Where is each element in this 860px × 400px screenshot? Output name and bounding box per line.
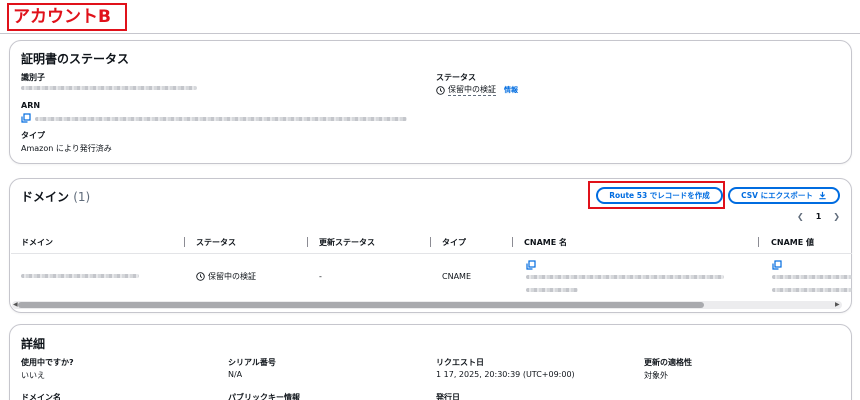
- column-separator: [184, 237, 185, 247]
- copy-icon[interactable]: [772, 260, 782, 270]
- cname-value-redacted: [772, 288, 852, 292]
- column-header-cname-value[interactable]: CNAME 値: [771, 237, 814, 248]
- serial-number-label: シリアル番号: [228, 358, 276, 367]
- scroll-left-icon[interactable]: ◀: [13, 301, 18, 309]
- column-header-status[interactable]: ステータス: [196, 237, 236, 248]
- column-header-renewal-status[interactable]: 更新ステータス: [319, 237, 375, 248]
- cname-value-redacted: [772, 275, 852, 279]
- cname-name-redacted: [526, 288, 578, 292]
- pagination: ❮ 1 ❯: [797, 212, 840, 221]
- column-separator: [307, 237, 308, 247]
- copy-icon[interactable]: [526, 260, 536, 270]
- status-value: 保留中の検証 情報: [436, 84, 518, 96]
- scroll-right-icon[interactable]: ▶: [835, 301, 840, 309]
- issued-at-label: 発行日: [436, 393, 460, 400]
- card-title: 証明書のステータス: [21, 52, 130, 66]
- column-header-domain[interactable]: ドメイン: [21, 237, 53, 248]
- column-separator: [430, 237, 431, 247]
- certificate-status-card: 証明書のステータス 識別子 ステータス 保留中の検証 情報 ARN タイプ Am…: [9, 40, 852, 164]
- header-divider: [11, 253, 852, 254]
- domains-card: ドメイン (1) Route 53 でレコードを作成 CSV にエクスポート ❮…: [9, 178, 852, 313]
- clock-icon: [196, 272, 205, 281]
- clock-icon: [436, 85, 445, 95]
- domain-cell-redacted: [21, 274, 139, 278]
- column-header-cname-name[interactable]: CNAME 名: [524, 237, 567, 248]
- page-number[interactable]: 1: [816, 212, 822, 221]
- requested-at-value: 1 17, 2025, 20:30:39 (UTC+09:00): [436, 370, 575, 379]
- domains-count: (1): [73, 190, 91, 204]
- row-type: CNAME: [442, 272, 471, 281]
- domains-title-text: ドメイン: [21, 190, 70, 204]
- identifier-value-redacted: [21, 86, 197, 90]
- export-csv-button[interactable]: CSV にエクスポート: [728, 187, 840, 204]
- column-header-type[interactable]: タイプ: [442, 237, 466, 248]
- cname-name-redacted: [526, 275, 724, 279]
- info-link[interactable]: 情報: [504, 85, 518, 95]
- arn-label: ARN: [21, 101, 41, 110]
- chevron-right-icon[interactable]: ❯: [833, 212, 840, 221]
- highlight-box: [588, 181, 725, 209]
- row-renewal-status: -: [319, 272, 322, 281]
- in-use-label: 使用中ですか?: [21, 358, 74, 367]
- export-csv-label: CSV にエクスポート: [741, 191, 813, 200]
- renewal-eligibility-value: 対象外: [644, 371, 668, 380]
- column-separator: [758, 237, 759, 247]
- status-text: 保留中の検証: [448, 85, 496, 96]
- serial-number-value: N/A: [228, 370, 243, 379]
- domains-title: ドメイン (1): [21, 188, 90, 205]
- copy-icon[interactable]: [21, 113, 31, 123]
- requested-at-label: リクエスト日: [436, 358, 484, 367]
- download-icon: [819, 191, 826, 200]
- top-divider: [0, 33, 860, 34]
- renewal-eligibility-label: 更新の適格性: [644, 358, 692, 367]
- in-use-value: いいえ: [21, 371, 45, 380]
- identifier-label: 識別子: [21, 73, 45, 82]
- chevron-left-icon[interactable]: ❮: [797, 212, 804, 221]
- public-key-label: パブリックキー情報: [228, 393, 300, 400]
- column-separator: [512, 237, 513, 247]
- row-status-text: 保留中の検証: [208, 272, 256, 281]
- details-card: 詳細 使用中ですか? いいえ シリアル番号 N/A リクエスト日 1 17, 2…: [9, 324, 852, 400]
- domain-name-label: ドメイン名: [21, 393, 61, 400]
- account-label: アカウントB: [7, 3, 127, 31]
- arn-value-redacted: [35, 117, 407, 121]
- type-value: Amazon により発行済み: [21, 144, 112, 153]
- type-label: タイプ: [21, 131, 45, 140]
- status-label: ステータス: [436, 73, 476, 82]
- details-title: 詳細: [21, 337, 46, 351]
- scrollbar-thumb[interactable]: [18, 302, 704, 308]
- row-status: 保留中の検証: [196, 271, 256, 282]
